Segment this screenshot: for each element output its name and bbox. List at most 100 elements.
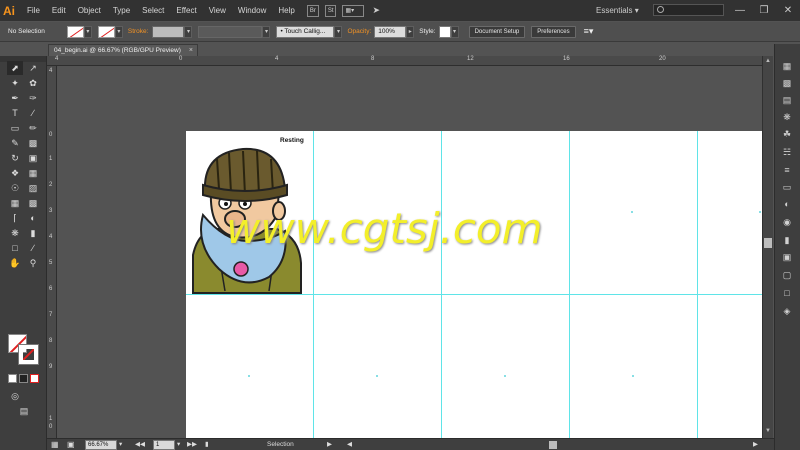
pencil-tool-icon[interactable]: ✎ (7, 136, 23, 150)
color-guide-icon[interactable]: ▩ (780, 77, 794, 90)
rotate-view-icon[interactable]: ▦ (51, 439, 59, 450)
blend-tool-icon[interactable]: ◐ (25, 211, 41, 225)
gpu-performance-icon[interactable]: ➤ (370, 5, 382, 17)
opacity-dropdown-icon[interactable]: ▸ (406, 25, 415, 38)
artboard-dropdown-icon[interactable]: ▾ (177, 439, 180, 450)
guide-line[interactable] (313, 131, 314, 438)
width-tool-icon[interactable]: ❖ (7, 166, 23, 180)
color-panel-icon[interactable]: ▦ (780, 60, 794, 73)
preferences-button[interactable]: Preferences (531, 25, 576, 38)
search-stock-input[interactable] (653, 4, 724, 16)
symbols-panel-icon[interactable]: ☘ (780, 128, 794, 141)
eyedropper-tool-icon[interactable]: ⌈ (7, 211, 23, 225)
line-segment-tool-icon[interactable]: ∕ (25, 106, 41, 120)
pathfinder-panel-icon[interactable]: ▢ (780, 269, 794, 282)
gradient-tool-icon[interactable]: ▩ (25, 196, 41, 210)
artboard-icon[interactable]: ▣ (67, 439, 75, 450)
rectangle-tool-icon[interactable]: ▭ (7, 121, 23, 135)
opacity-label[interactable]: Opacity: (347, 28, 371, 35)
type-tool-icon[interactable]: T (7, 106, 23, 120)
horizontal-ruler[interactable]: 4 0 4 8 12 16 20 (47, 56, 763, 66)
menu-effect[interactable]: Effect (170, 0, 202, 21)
screen-mode-icon[interactable]: ▤ (16, 404, 32, 418)
scroll-up-icon[interactable]: ▲ (764, 58, 772, 66)
scale-tool-icon[interactable]: ▣ (25, 151, 41, 165)
horizontal-scroll-thumb[interactable] (549, 441, 557, 449)
artboards-panel-icon[interactable]: □ (780, 287, 794, 300)
scroll-left-icon[interactable]: ◀ (347, 439, 352, 450)
menu-object[interactable]: Object (72, 0, 107, 21)
close-button[interactable]: ✕ (776, 0, 800, 21)
stroke-weight-field[interactable] (152, 25, 185, 38)
guide-line[interactable] (569, 131, 570, 438)
perspective-grid-tool-icon[interactable]: ▨ (25, 181, 41, 195)
appearance-panel-icon[interactable]: ◉ (780, 216, 794, 229)
gradient-panel-icon[interactable]: ▭ (780, 181, 794, 194)
artboard[interactable]: Resting www.cgtsj.com (186, 131, 762, 438)
shape-builder-tool-icon[interactable]: ☉ (7, 181, 23, 195)
selection-tool-icon[interactable]: ⬈ (7, 61, 23, 75)
fill-dropdown-icon[interactable]: ▾ (83, 25, 92, 38)
bridge-button[interactable]: Br (306, 4, 319, 17)
eraser-tool-icon[interactable]: ▩ (25, 136, 41, 150)
pen-tool-icon[interactable]: ✒ (7, 91, 23, 105)
stroke-dropdown-icon[interactable]: ▾ (114, 25, 123, 38)
zoom-tool-icon[interactable]: ⚲ (25, 256, 41, 270)
gradient-mode-icon[interactable] (19, 374, 28, 383)
tool-status-text[interactable]: Selection (267, 439, 294, 450)
menu-view[interactable]: View (203, 0, 232, 21)
graphic-style-swatch[interactable] (438, 25, 451, 38)
fill-swatch[interactable] (66, 25, 84, 38)
transparency-panel-icon[interactable]: ◐ (780, 198, 794, 211)
vertical-ruler[interactable]: 4 0 1 2 3 4 5 6 7 8 9 1 0 (47, 66, 57, 438)
menu-help[interactable]: Help (272, 0, 300, 21)
curvature-tool-icon[interactable]: ✑ (25, 91, 41, 105)
graphic-styles-icon[interactable]: ☵ (780, 146, 794, 159)
opacity-field[interactable]: 100% (374, 25, 407, 38)
vertical-scroll-thumb[interactable] (764, 238, 772, 248)
first-artboard-icon[interactable]: ◀◀ (135, 439, 145, 450)
hand-tool-icon[interactable]: ✋ (7, 256, 23, 270)
guide-line[interactable] (697, 131, 698, 438)
draw-mode-icon[interactable]: ◎ (7, 389, 23, 403)
arrange-icon[interactable]: ≡▾ (584, 26, 594, 37)
direct-selection-tool-icon[interactable]: ↗ (25, 61, 41, 75)
stroke-label[interactable]: Stroke: (128, 28, 149, 35)
paintbrush-tool-icon[interactable]: ✏ (25, 121, 41, 135)
menu-select[interactable]: Select (136, 0, 170, 21)
stroke-color-box[interactable] (18, 344, 39, 365)
stroke-swatch[interactable] (97, 25, 115, 38)
stock-button[interactable]: St (324, 4, 337, 17)
free-transform-tool-icon[interactable]: ▦ (25, 166, 41, 180)
canvas-area[interactable]: Resting www.cgtsj.com (57, 66, 762, 438)
menu-file[interactable]: File (21, 0, 46, 21)
maximize-button[interactable]: ❐ (752, 0, 776, 21)
mesh-tool-icon[interactable]: ▦ (7, 196, 23, 210)
rotate-tool-icon[interactable]: ↻ (7, 151, 23, 165)
close-document-icon[interactable]: × (189, 45, 193, 56)
variable-width-profile[interactable] (198, 25, 263, 38)
guide-line[interactable] (441, 131, 442, 438)
workspace-switcher[interactable]: Essentials ▾ (596, 0, 639, 21)
menu-type[interactable]: Type (107, 0, 136, 21)
brushes-panel-icon[interactable]: ❋ (780, 111, 794, 124)
color-mode-icon[interactable] (8, 374, 17, 383)
swatches-panel-icon[interactable]: ▤ (780, 94, 794, 107)
brush-dropdown-icon[interactable]: ▾ (334, 25, 343, 38)
profile-dropdown-icon[interactable]: ▾ (262, 25, 271, 38)
status-menu-icon[interactable]: ▶ (327, 439, 332, 450)
slice-tool-icon[interactable]: ∕ (25, 241, 41, 255)
scroll-down-icon[interactable]: ▼ (764, 428, 772, 436)
arrange-documents-icon[interactable]: ▦▾ (342, 4, 365, 17)
style-dropdown-icon[interactable]: ▾ (450, 25, 459, 38)
artboard-tool-icon[interactable]: □ (7, 241, 23, 255)
zoom-dropdown-icon[interactable]: ▾ (119, 439, 122, 450)
artboard-number-field[interactable]: 1 (153, 440, 175, 450)
scroll-right-icon[interactable]: ▶ (753, 439, 758, 450)
artboard-text-resting[interactable]: Resting (280, 137, 304, 144)
document-setup-button[interactable]: Document Setup (468, 25, 526, 38)
stroke-panel-icon[interactable]: ≡ (780, 164, 794, 177)
menu-edit[interactable]: Edit (46, 0, 72, 21)
column-graph-tool-icon[interactable]: ▮ (25, 226, 41, 240)
align-panel-icon[interactable]: ▮ (780, 234, 794, 247)
